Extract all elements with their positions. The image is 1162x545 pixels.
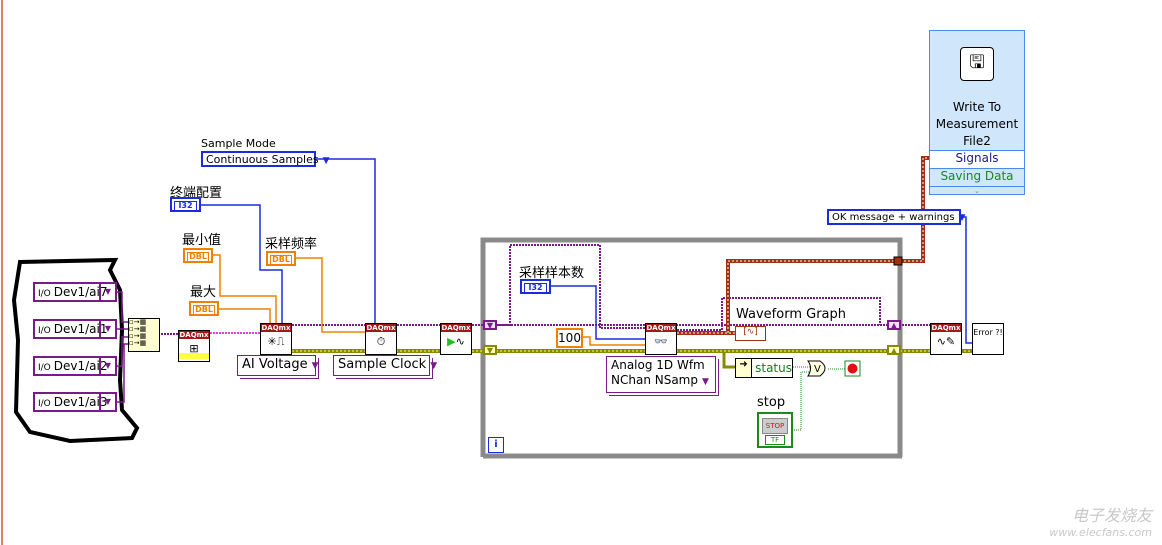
waveform-graph-terminal[interactable]: [∿] bbox=[735, 326, 766, 341]
min-value-label: 最小值 bbox=[182, 233, 222, 248]
daqmx-read-node[interactable]: DAQmx 👓 bbox=[645, 323, 677, 355]
terminal-config-control[interactable]: I32 bbox=[170, 197, 201, 212]
channel-constant[interactable]: I/O Dev1/ai2 ▼ bbox=[33, 356, 117, 376]
arrow-icon: ➜ bbox=[736, 359, 753, 377]
timing-selector[interactable]: Sample Clock ▼ bbox=[333, 355, 437, 376]
sample-rate-control[interactable]: DBL bbox=[266, 251, 296, 266]
stop-label: stop bbox=[757, 395, 786, 410]
daqmx-start-node[interactable]: DAQmx ▶∿ bbox=[440, 323, 472, 355]
min-value-control[interactable]: DBL bbox=[183, 248, 213, 263]
signals-input[interactable]: Signals bbox=[930, 150, 1024, 169]
status-label: status bbox=[755, 361, 792, 375]
daqmx-timing-node[interactable]: DAQmx ⏱ bbox=[365, 323, 397, 355]
write-to-measurement-file-express-vi[interactable]: 🖫 Write To Measurement File2 Signals Sav… bbox=[929, 30, 1025, 195]
expand-icon[interactable]: ⌄ bbox=[930, 186, 1024, 196]
task-shift-register-right[interactable]: ▲ bbox=[887, 320, 901, 330]
svg-text:V: V bbox=[814, 364, 821, 375]
stop-button[interactable]: STOP TF bbox=[757, 412, 793, 448]
daqmx-clear-task-node[interactable]: DAQmx ∿✎ bbox=[930, 323, 962, 355]
channel-constant[interactable]: I/O Dev1/ai3 ▼ bbox=[33, 392, 117, 412]
waveform-graph-label: Waveform Graph bbox=[736, 307, 846, 322]
daqmx-create-channel-node[interactable]: DAQmx ✳⎍ bbox=[260, 323, 292, 355]
max-value-control[interactable]: DBL bbox=[189, 301, 219, 316]
stop-condition-icon bbox=[847, 363, 858, 374]
stop-type: TF bbox=[765, 435, 785, 445]
read-selector[interactable]: Analog 1D Wfm NChan NSamp ▼ bbox=[606, 356, 716, 393]
task-shift-register-left[interactable]: ▼ bbox=[483, 320, 497, 330]
express-vi-title: File2 bbox=[963, 134, 991, 148]
watermark-text: 电子发烧友 bbox=[1071, 506, 1152, 525]
create-channel-selector[interactable]: AI Voltage ▼ bbox=[237, 355, 319, 376]
build-array-node[interactable]: ▫→▦ ▫→▦ ▫→▦ ▫→▦ bbox=[128, 318, 160, 352]
block-diagram: V I/O Dev1/ai7 ▼ I/O Dev1/ai1 ▼ I/O Dev1/ai2 ▼… bbox=[0, 0, 1162, 545]
daqmx-task-constant[interactable]: DAQmx ⊞ bbox=[178, 330, 210, 362]
samples-per-channel-control[interactable]: I32 bbox=[520, 279, 551, 294]
express-vi-title: Measurement bbox=[935, 117, 1019, 131]
channel-constant[interactable]: I/O Dev1/ai7 ▼ bbox=[33, 282, 117, 302]
stop-button-face: STOP bbox=[762, 418, 788, 434]
watermark: 电子发烧友 www.elecfans.com bbox=[1049, 502, 1152, 539]
max-value-label: 最大 bbox=[190, 285, 217, 300]
watermark-url: www.elecfans.com bbox=[1049, 526, 1152, 539]
sample-mode-label: Sample Mode bbox=[201, 137, 276, 150]
error-shift-register-right[interactable]: ▲ bbox=[887, 345, 901, 355]
express-vi-title: Write To bbox=[952, 100, 1002, 114]
save-file-icon: 🖫 bbox=[960, 47, 994, 81]
error-shift-register-left[interactable]: ▼ bbox=[483, 345, 497, 355]
timeout-constant[interactable]: 100 bbox=[556, 328, 583, 348]
saving-data-output[interactable]: Saving Data bbox=[930, 168, 1024, 187]
sample-rate-label: 采样频率 bbox=[265, 237, 318, 252]
error-dialog-type-enum[interactable]: OK message + warnings ▼ bbox=[827, 209, 965, 225]
channel-constant[interactable]: I/O Dev1/ai1 ▼ bbox=[33, 319, 117, 339]
simple-error-handler[interactable]: Error ?! bbox=[972, 323, 1004, 355]
loop-iteration-terminal: i bbox=[488, 437, 504, 453]
sample-mode-enum[interactable]: Continuous Samples ▼ bbox=[201, 151, 330, 167]
unbundle-status-node[interactable]: ➜ status bbox=[735, 358, 793, 378]
